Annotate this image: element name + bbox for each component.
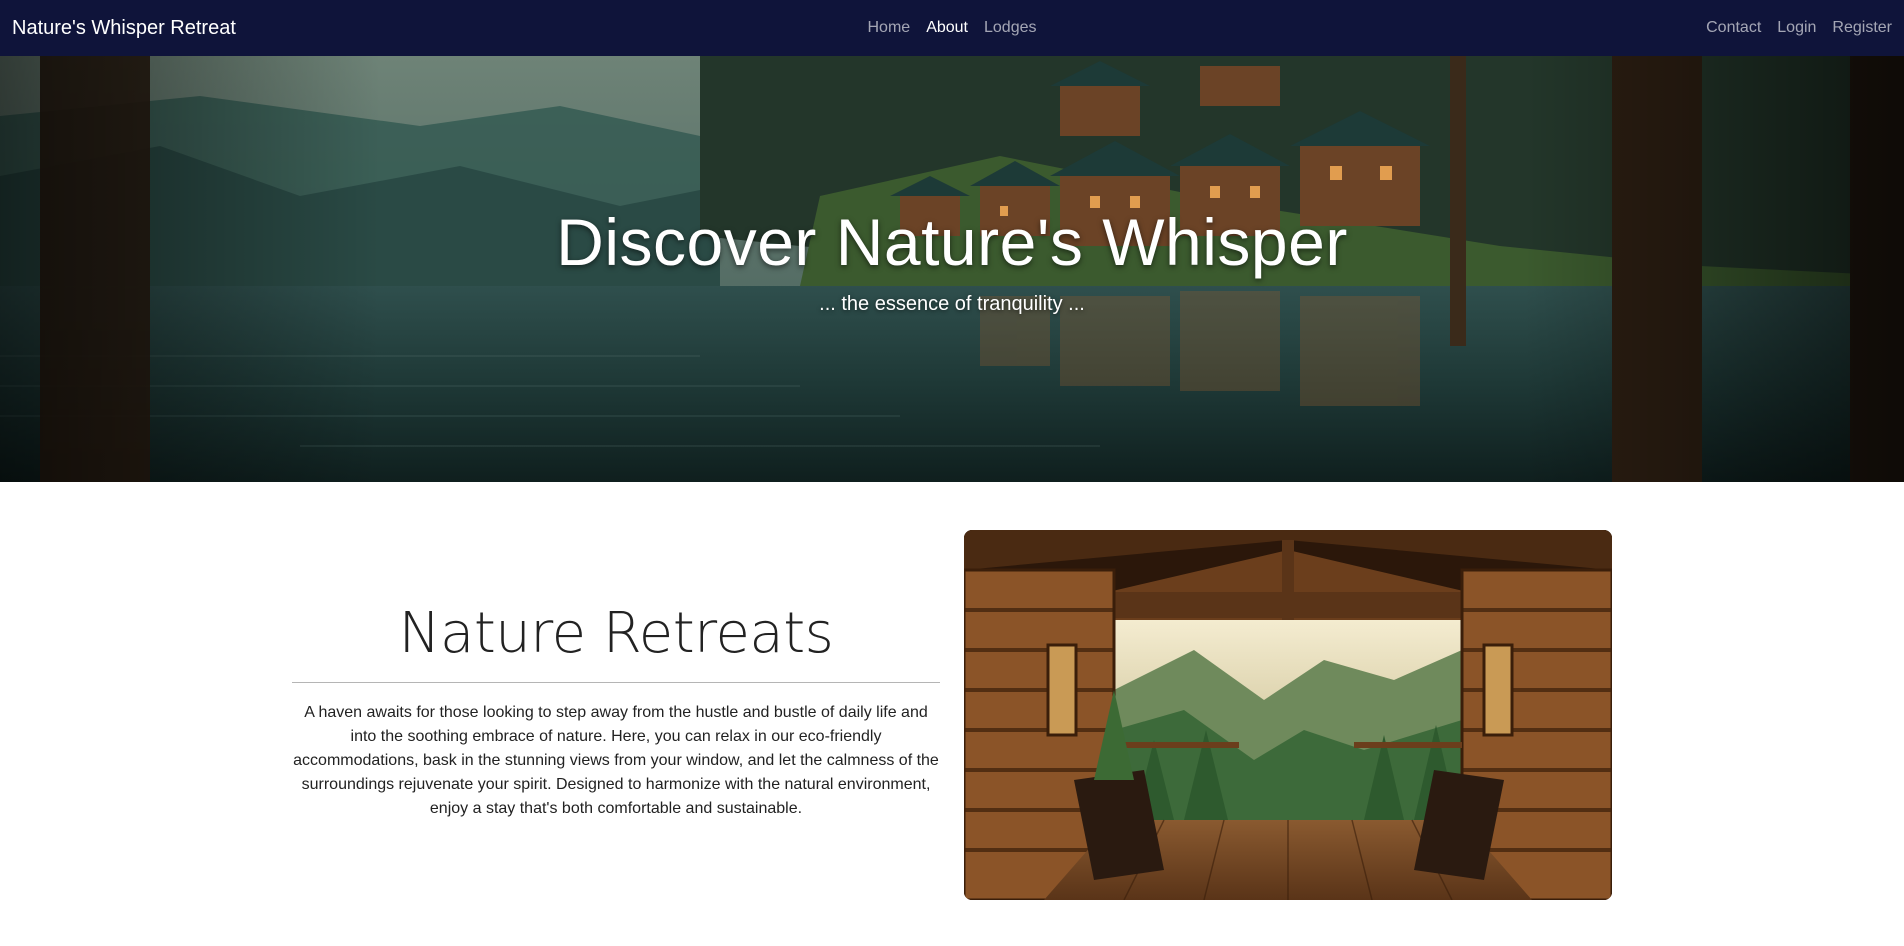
heading-divider [292,682,940,684]
brand-link[interactable]: Nature's Whisper Retreat [12,17,236,40]
retreats-section: Nature Retreats A haven awaits for those… [0,482,1904,946]
retreats-description: A haven awaits for those looking to step… [293,704,939,818]
nav-register-link[interactable]: Register [1832,19,1892,37]
account-nav: Contact Login Register [1706,19,1892,37]
nav-home-link[interactable]: Home [868,19,911,37]
main-nav: Home About Lodges [0,0,1904,56]
hero-title: Discover Nature's Whisper [556,205,1348,279]
retreats-text-column: Nature Retreats A haven awaits for those… [292,601,940,821]
nav-about-link[interactable]: About [926,19,968,37]
retreats-heading: Nature Retreats [398,601,834,666]
hero-banner: Discover Nature's Whisper ... the essenc… [0,56,1904,482]
hero-subtitle: ... the essence of tranquility ... [819,292,1085,315]
hero-text-block: Discover Nature's Whisper ... the essenc… [0,206,1904,316]
top-navbar: Nature's Whisper Retreat Home About Lodg… [0,0,1904,56]
nav-login-link[interactable]: Login [1777,19,1816,37]
nav-contact-link[interactable]: Contact [1706,19,1761,37]
nav-lodges-link[interactable]: Lodges [984,19,1037,37]
cabin-porch-image [964,530,1612,900]
